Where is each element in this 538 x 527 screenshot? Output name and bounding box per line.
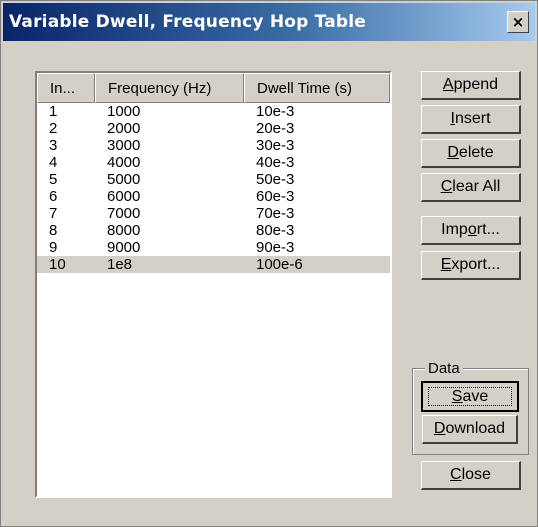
save-button[interactable]: Save [421, 381, 519, 412]
append-mnemonic: A [442, 76, 454, 93]
delete-mnemonic: D [447, 144, 459, 161]
cell-dwell-time: 50e-3 [256, 171, 295, 188]
table-row[interactable]: 1 1000 10e-3 [37, 103, 390, 120]
delete-label: elete [458, 144, 494, 161]
cell-index: 6 [49, 188, 58, 205]
cell-frequency: 1000 [107, 103, 141, 120]
table-body: 1 1000 10e-3 2 2000 20e-3 3 3000 30e-3 4 4000 40e-3… [37, 103, 390, 273]
import-mnemonic: o [467, 221, 477, 238]
cell-dwell-time: 10e-3 [256, 103, 295, 120]
table-row[interactable]: 2 2000 20e-3 [37, 120, 390, 137]
frequency-hop-dialog: Variable Dwell, Frequency Hop Table × In… [0, 0, 538, 527]
title-bar[interactable]: Variable Dwell, Frequency Hop Table × [3, 3, 535, 41]
table-row[interactable]: 5 5000 50e-3 [37, 171, 390, 188]
table-header: In... Frequency (Hz) Dwell Time (s) [37, 73, 390, 103]
cell-dwell-time: 40e-3 [256, 154, 295, 171]
export-label: xport... [451, 256, 501, 273]
cell-index: 1 [49, 103, 58, 120]
table-row[interactable]: 3 3000 30e-3 [37, 137, 390, 154]
export-button[interactable]: Export... [421, 251, 521, 280]
clear-all-label: lear All [452, 178, 501, 195]
insert-label: nsert [454, 110, 491, 127]
table-row[interactable]: 10 1e8 100e-6 [37, 256, 390, 273]
focus-ring [428, 387, 512, 406]
close-mnemonic: C [450, 466, 462, 483]
download-mnemonic: D [433, 420, 446, 437]
cell-frequency: 4000 [107, 154, 141, 171]
cell-index: 10 [49, 256, 66, 273]
table-row[interactable]: 9 9000 90e-3 [37, 239, 390, 256]
cell-frequency: 3000 [107, 137, 141, 154]
cell-index: 2 [49, 120, 58, 137]
cell-frequency: 2000 [107, 120, 141, 137]
data-group-label: Data [425, 360, 463, 377]
cell-dwell-time: 20e-3 [256, 120, 295, 137]
insert-button[interactable]: Insert [421, 105, 521, 134]
column-header-dwell-time[interactable]: Dwell Time (s) [244, 73, 390, 103]
hop-table[interactable]: In... Frequency (Hz) Dwell Time (s) 1 100… [35, 71, 392, 498]
import-button[interactable]: Imp o rt... [421, 216, 521, 245]
export-mnemonic: E [440, 256, 452, 273]
append-label: ppend [453, 76, 499, 93]
table-row[interactable]: 8 8000 80e-3 [37, 222, 390, 239]
delete-button[interactable]: Delete [421, 139, 521, 168]
close-label: lose [461, 466, 491, 483]
cell-frequency: 1e8 [107, 256, 133, 273]
cell-index: 7 [49, 205, 58, 222]
download-label: ownload [445, 420, 506, 437]
cell-frequency: 7000 [107, 205, 141, 222]
column-header-index[interactable]: In... [37, 73, 95, 103]
cell-index: 8 [49, 222, 58, 239]
append-button[interactable]: Append [421, 71, 521, 100]
cell-dwell-time: 90e-3 [256, 239, 295, 256]
download-button[interactable]: Download [422, 415, 518, 444]
column-header-frequency[interactable]: Frequency (Hz) [95, 73, 244, 103]
cell-frequency: 8000 [107, 222, 141, 239]
cell-frequency: 6000 [107, 188, 141, 205]
cell-dwell-time: 60e-3 [256, 188, 295, 205]
import-label: rt... [476, 221, 500, 238]
cell-index: 3 [49, 137, 58, 154]
window-title: Variable Dwell, Frequency Hop Table [9, 12, 367, 32]
cell-dwell-time: 80e-3 [256, 222, 295, 239]
cell-frequency: 9000 [107, 239, 141, 256]
close-icon: × [511, 13, 525, 31]
clear-all-button[interactable]: Clear All [421, 173, 521, 202]
cell-dwell-time: 100e-6 [256, 256, 303, 273]
table-row[interactable]: 7 7000 70e-3 [37, 205, 390, 222]
table-row[interactable]: 4 4000 40e-3 [37, 154, 390, 171]
cell-frequency: 5000 [107, 171, 141, 188]
table-row[interactable]: 6 6000 60e-3 [37, 188, 390, 205]
close-window-button[interactable]: × [507, 11, 529, 33]
cell-dwell-time: 70e-3 [256, 205, 295, 222]
clear-all-mnemonic: C [440, 178, 453, 195]
cell-index: 9 [49, 239, 58, 256]
cell-index: 5 [49, 171, 58, 188]
cell-dwell-time: 30e-3 [256, 137, 295, 154]
close-button[interactable]: Close [421, 461, 521, 490]
cell-index: 4 [49, 154, 58, 171]
import-label-pre: Imp [441, 221, 468, 238]
